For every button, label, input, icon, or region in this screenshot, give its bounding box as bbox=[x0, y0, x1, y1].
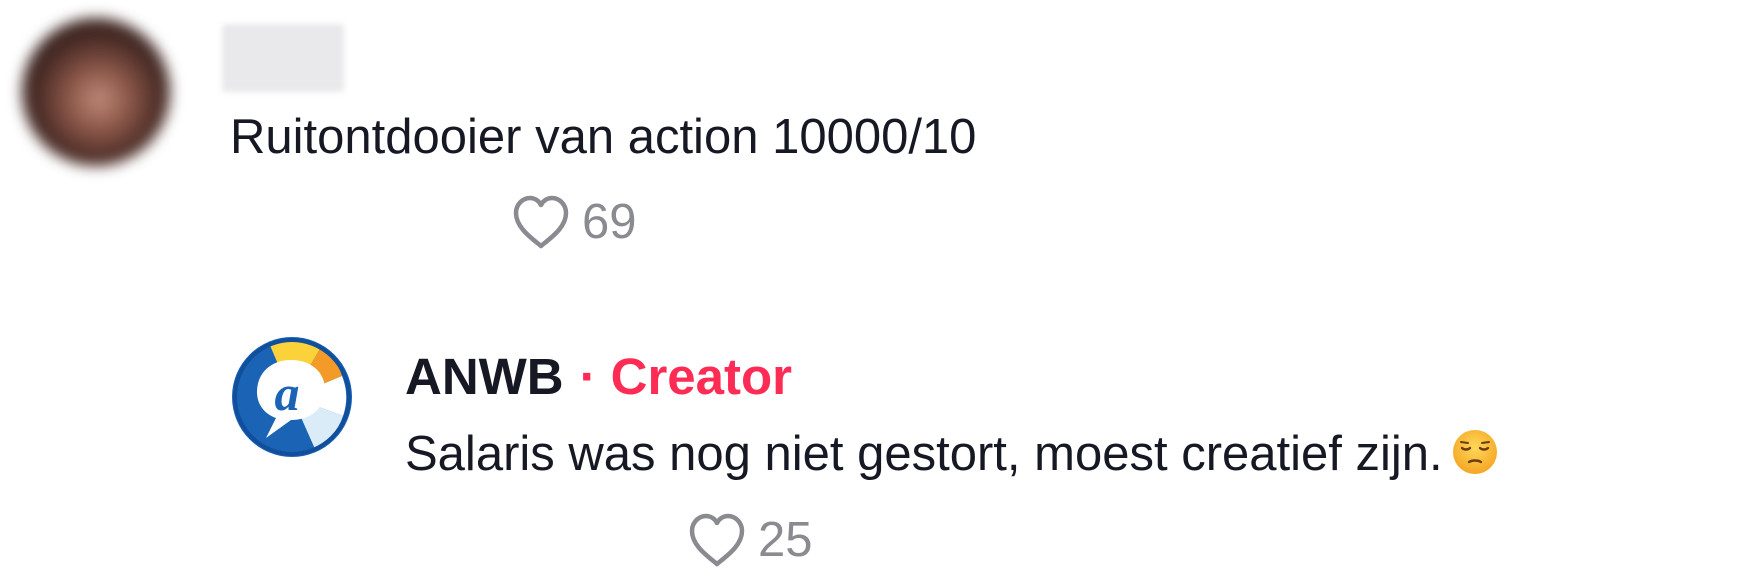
svg-text:a: a bbox=[275, 365, 300, 421]
reply-text: Salaris was nog niet gestort, moest crea… bbox=[405, 427, 1443, 481]
separator-dot: · bbox=[579, 348, 597, 405]
anwb-logo-avatar[interactable]: a bbox=[229, 334, 355, 460]
reply-header: ANWB · Creator bbox=[405, 348, 792, 406]
pensive-face-icon bbox=[1452, 430, 1497, 474]
heart-outline-icon bbox=[513, 195, 569, 249]
comment-text: Ruitontdooier van action 10000/10 bbox=[230, 110, 977, 164]
heart-outline-icon bbox=[689, 513, 745, 567]
like-count: 69 bbox=[582, 195, 637, 249]
reply-text-line: Salaris was nog niet gestort, moest crea… bbox=[405, 426, 1499, 482]
creator-badge: Creator bbox=[610, 348, 793, 405]
reply-author[interactable]: ANWB bbox=[405, 348, 564, 406]
like-button[interactable]: 69 bbox=[510, 192, 637, 252]
avatar[interactable] bbox=[22, 18, 170, 166]
like-count: 25 bbox=[758, 513, 813, 567]
username-redacted[interactable] bbox=[222, 24, 344, 92]
reply-like-button[interactable]: 25 bbox=[686, 510, 813, 570]
